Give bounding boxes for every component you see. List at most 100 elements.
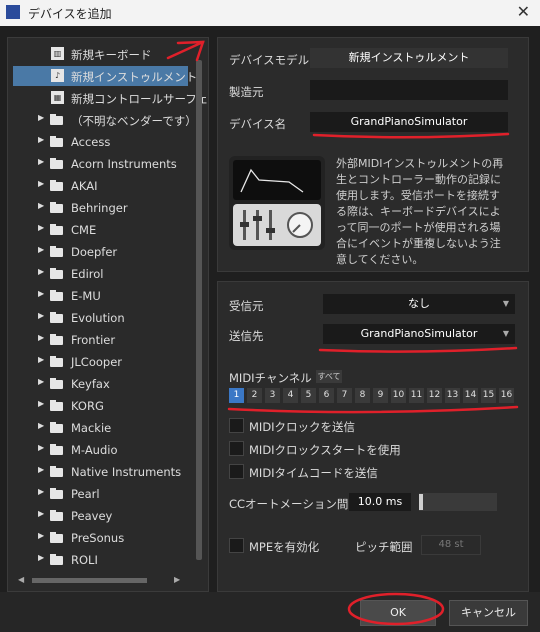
expand-arrow-icon[interactable]: ▶ bbox=[38, 421, 44, 430]
tree-item-surface[interactable]: ▦ 新規コントロールサーフェス bbox=[8, 88, 208, 108]
tree-folder-item[interactable]: ▶ Doepfer bbox=[8, 242, 192, 262]
cc-interval-input[interactable]: 10.0 ms bbox=[349, 493, 411, 511]
slider-handle[interactable] bbox=[419, 494, 423, 510]
timecode-checkbox[interactable] bbox=[229, 464, 244, 479]
midi-channel-button[interactable]: 4 bbox=[283, 388, 298, 403]
expand-arrow-icon[interactable]: ▶ bbox=[38, 553, 44, 562]
expand-arrow-icon[interactable]: ▶ bbox=[38, 289, 44, 298]
tree-folder-item[interactable]: ▶ JLCooper bbox=[8, 352, 192, 372]
tree-folder-item[interactable]: ▶ Pearl bbox=[8, 484, 192, 504]
midi-channel-button[interactable]: 1 bbox=[229, 388, 244, 403]
tree-folder-item[interactable]: ▶ Evolution bbox=[8, 308, 192, 328]
horizontal-scroll-thumb[interactable] bbox=[32, 578, 147, 583]
midi-channel-button[interactable]: 13 bbox=[445, 388, 460, 403]
folder-icon bbox=[50, 466, 63, 477]
clock-start-checkbox[interactable] bbox=[229, 441, 244, 456]
expand-arrow-icon[interactable]: ▶ bbox=[38, 135, 44, 144]
receive-dropdown[interactable]: なし ▼ bbox=[323, 294, 515, 314]
folder-icon bbox=[50, 290, 63, 301]
device-tree-panel: ▥ 新規キーボード ♪ 新規インストゥルメント ▦ 新規コントロールサーフェス ▶ （不明なベ… bbox=[7, 37, 209, 592]
midi-channel-button[interactable]: 14 bbox=[463, 388, 478, 403]
tree-item-keyboard[interactable]: ▥ 新規キーボード bbox=[8, 44, 192, 64]
scroll-right-icon[interactable]: ▶ bbox=[174, 575, 180, 584]
send-dropdown[interactable]: GrandPianoSimulator ▼ bbox=[323, 324, 515, 344]
maker-input[interactable] bbox=[310, 80, 508, 100]
expand-arrow-icon[interactable]: ▶ bbox=[38, 333, 44, 342]
tree-folder-item[interactable]: ▶ Acorn Instruments bbox=[8, 154, 192, 174]
midi-channel-button[interactable]: 3 bbox=[265, 388, 280, 403]
tree-folder-item[interactable]: ▶ Keyfax bbox=[8, 374, 192, 394]
tree-item-label: CME bbox=[71, 223, 97, 237]
tree-folder-item[interactable]: ▶ Mackie bbox=[8, 418, 192, 438]
tree-folder-item[interactable]: ▶ Native Instruments bbox=[8, 462, 192, 482]
midi-channel-button[interactable]: 9 bbox=[373, 388, 388, 403]
expand-arrow-icon[interactable]: ▶ bbox=[38, 267, 44, 276]
send-label: 送信先 bbox=[229, 329, 264, 343]
tree-folder-item[interactable]: ▶ CME bbox=[8, 220, 192, 240]
expand-arrow-icon[interactable]: ▶ bbox=[38, 113, 44, 122]
expand-arrow-icon[interactable]: ▶ bbox=[38, 157, 44, 166]
tree-folder-item[interactable]: ▶ Access bbox=[8, 132, 192, 152]
tree-item-label: Peavey bbox=[71, 509, 113, 523]
tree-folder-item[interactable]: ▶ ROLI bbox=[8, 550, 192, 570]
expand-arrow-icon[interactable]: ▶ bbox=[38, 223, 44, 232]
tree-folder-item[interactable]: ▶ Peavey bbox=[8, 506, 192, 526]
midi-channel-button[interactable]: 10 bbox=[391, 388, 406, 403]
midi-channel-button[interactable]: 11 bbox=[409, 388, 424, 403]
tree-item-label: Keyfax bbox=[71, 377, 110, 391]
tree-item-instrument[interactable]: ♪ 新規インストゥルメント bbox=[8, 66, 197, 86]
expand-arrow-icon[interactable]: ▶ bbox=[38, 201, 44, 210]
expand-arrow-icon[interactable]: ▶ bbox=[38, 311, 44, 320]
pitch-range-input[interactable]: 48 st bbox=[421, 535, 481, 555]
expand-arrow-icon[interactable]: ▶ bbox=[38, 443, 44, 452]
tree-item-label: AKAI bbox=[71, 179, 98, 193]
expand-arrow-icon[interactable]: ▶ bbox=[38, 465, 44, 474]
expand-arrow-icon[interactable]: ▶ bbox=[38, 377, 44, 386]
midi-channel-button[interactable]: 15 bbox=[481, 388, 496, 403]
folder-icon bbox=[50, 224, 63, 235]
folder-icon bbox=[50, 202, 63, 213]
scroll-left-icon[interactable]: ◀ bbox=[18, 575, 24, 584]
tree-item-label: （不明なベンダーです） bbox=[71, 114, 197, 128]
expand-arrow-icon[interactable]: ▶ bbox=[38, 487, 44, 496]
device-name-input[interactable]: GrandPianoSimulator bbox=[310, 112, 508, 132]
ok-button[interactable]: OK bbox=[360, 600, 436, 626]
expand-arrow-icon[interactable]: ▶ bbox=[38, 355, 44, 364]
expand-arrow-icon[interactable]: ▶ bbox=[38, 245, 44, 254]
expand-arrow-icon[interactable]: ▶ bbox=[38, 179, 44, 188]
midi-channel-button[interactable]: 7 bbox=[337, 388, 352, 403]
horizontal-scrollbar[interactable]: ◀ ▶ bbox=[8, 573, 198, 587]
folder-icon bbox=[50, 378, 63, 389]
tree-folder-item[interactable]: ▶ E-MU bbox=[8, 286, 192, 306]
expand-arrow-icon[interactable]: ▶ bbox=[38, 509, 44, 518]
midi-channel-button[interactable]: 12 bbox=[427, 388, 442, 403]
midi-channel-button[interactable]: 5 bbox=[301, 388, 316, 403]
tree-folder-item[interactable]: ▶ AKAI bbox=[8, 176, 192, 196]
vertical-scrollbar[interactable] bbox=[196, 60, 202, 560]
midi-channel-button[interactable]: 6 bbox=[319, 388, 334, 403]
tree-folder-item[interactable]: ▶ PreSonus bbox=[8, 528, 192, 548]
tree-folder-item[interactable]: ▶ M-Audio bbox=[8, 440, 192, 460]
expand-arrow-icon[interactable]: ▶ bbox=[38, 399, 44, 408]
tree-folder-item[interactable]: ▶ KORG bbox=[8, 396, 192, 416]
tree-folder-item[interactable]: ▶ Frontier bbox=[8, 330, 192, 350]
tree-folder-item[interactable]: ▶ Behringer bbox=[8, 198, 192, 218]
close-icon[interactable]: ✕ bbox=[517, 2, 530, 21]
clock-send-checkbox[interactable] bbox=[229, 418, 244, 433]
tree-folder-item[interactable]: ▶ （不明なベンダーです） bbox=[8, 110, 197, 130]
cc-interval-slider[interactable] bbox=[419, 493, 497, 511]
expand-arrow-icon[interactable]: ▶ bbox=[38, 531, 44, 540]
all-channels-button[interactable]: すべて bbox=[316, 370, 342, 383]
midi-channel-button[interactable]: 16 bbox=[499, 388, 514, 403]
receive-value: なし bbox=[408, 297, 430, 310]
folder-icon bbox=[50, 158, 63, 169]
midi-channel-button[interactable]: 8 bbox=[355, 388, 370, 403]
folder-icon bbox=[50, 334, 63, 345]
chevron-down-icon: ▼ bbox=[502, 299, 509, 308]
cancel-button[interactable]: キャンセル bbox=[449, 600, 528, 626]
mpe-checkbox[interactable] bbox=[229, 538, 244, 553]
chevron-down-icon: ▼ bbox=[502, 329, 509, 338]
tree-folder-item[interactable]: ▶ Edirol bbox=[8, 264, 192, 284]
midi-channel-button[interactable]: 2 bbox=[247, 388, 262, 403]
folder-icon bbox=[50, 444, 63, 455]
